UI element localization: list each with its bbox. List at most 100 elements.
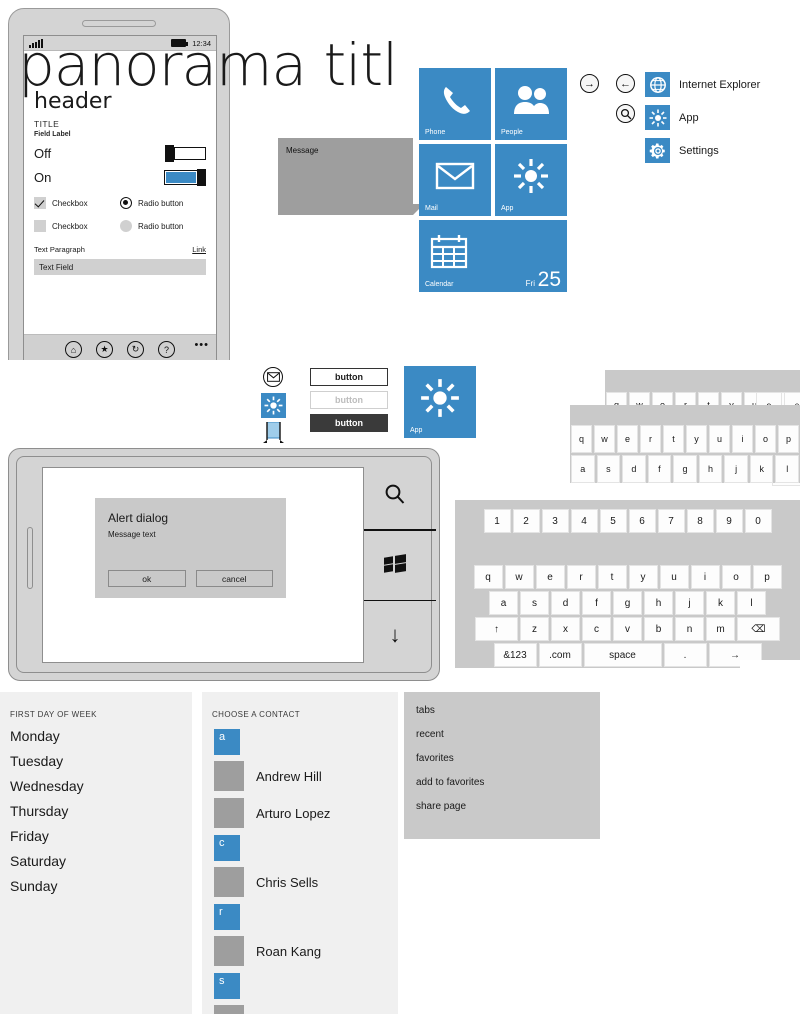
menu-item[interactable]: tabs (404, 692, 600, 716)
menu-item[interactable]: share page (404, 788, 600, 812)
key-h[interactable]: h (698, 455, 723, 483)
key-f[interactable]: f (582, 591, 611, 615)
key-a[interactable]: a (570, 455, 595, 483)
key-e[interactable]: e (617, 425, 638, 453)
key-s[interactable]: s (596, 455, 621, 483)
key-s[interactable]: s (520, 591, 549, 615)
key-9[interactable]: 9 (715, 509, 743, 533)
key-n[interactable]: n (675, 617, 704, 641)
contact-row[interactable]: Arturo Lopez (214, 798, 398, 828)
key-x[interactable]: x (551, 617, 580, 641)
key-3[interactable]: 3 (541, 509, 569, 533)
key-p[interactable]: p (778, 425, 799, 453)
keyboard-mid[interactable]: qwertyuiop asdfghjkl (570, 405, 800, 483)
key-period[interactable]: . (663, 643, 707, 667)
hyperlink[interactable]: Link (192, 245, 206, 254)
key-2[interactable]: 2 (512, 509, 540, 533)
tile-app[interactable]: App (495, 144, 567, 216)
contact-group-header[interactable]: s (214, 973, 240, 999)
key-t[interactable]: t (597, 565, 627, 589)
key-h[interactable]: h (644, 591, 673, 615)
key-backspace[interactable]: ⌫ (737, 617, 780, 641)
key-y[interactable]: y (686, 425, 707, 453)
app-list-item-app[interactable]: App (645, 105, 760, 130)
key-k[interactable]: k (749, 455, 774, 483)
key-o[interactable]: o (721, 565, 751, 589)
key-g[interactable]: g (673, 455, 697, 483)
tile-app-large-front[interactable]: App (404, 366, 476, 438)
radio-checked[interactable]: Radio button (120, 197, 206, 209)
day-of-week-item[interactable]: Friday (0, 819, 192, 844)
key-u[interactable]: u (659, 565, 689, 589)
checkbox-checked[interactable]: Checkbox (34, 197, 120, 209)
key-g[interactable]: g (613, 591, 642, 615)
text-field[interactable]: Text Field (34, 259, 206, 275)
contact-group-header[interactable]: r (214, 904, 240, 930)
button-normal-front[interactable]: button (310, 368, 388, 386)
appbar-more-icon[interactable]: ••• (194, 339, 209, 351)
tile-phone[interactable]: Phone (419, 68, 491, 140)
button-pressed-front[interactable]: button (310, 414, 388, 432)
key-8[interactable]: 8 (686, 509, 714, 533)
key-6[interactable]: 6 (628, 509, 656, 533)
day-of-week-item[interactable]: Wednesday (0, 769, 192, 794)
contact-group-header[interactable]: a (214, 729, 240, 755)
app-list-item-internet-explorer[interactable]: Internet Explorer (645, 72, 760, 97)
key-d[interactable]: d (622, 455, 646, 483)
key-space[interactable]: space (583, 643, 662, 667)
tile-people[interactable]: People (495, 68, 567, 140)
key-m[interactable]: m (706, 617, 735, 641)
key-i[interactable]: i (732, 425, 753, 453)
windows-start-key[interactable] (360, 529, 436, 599)
down-key[interactable]: ↓ (360, 599, 436, 670)
key-c[interactable]: c (582, 617, 611, 641)
key-symbols[interactable]: &123 (493, 643, 537, 667)
toggle-off-switch[interactable] (165, 145, 206, 162)
key-j[interactable]: j (724, 455, 748, 483)
key-e[interactable]: e (535, 565, 565, 589)
help-icon[interactable]: ? (158, 341, 175, 358)
key-1[interactable]: 1 (483, 509, 511, 533)
contact-row[interactable]: Stefan Ribling (214, 1005, 398, 1014)
mail-circle-icon-front[interactable] (263, 367, 283, 387)
key-y[interactable]: y (628, 565, 658, 589)
key-r[interactable]: r (566, 565, 596, 589)
app-list-item-settings[interactable]: Settings (645, 138, 760, 163)
day-of-week-item[interactable]: Sunday (0, 869, 192, 894)
cancel-button[interactable]: cancel (195, 570, 273, 587)
key-k[interactable]: k (706, 591, 735, 615)
checkbox-unchecked[interactable]: Checkbox (34, 220, 120, 232)
toggle-on-row[interactable]: On (34, 169, 206, 186)
toggle-off-row[interactable]: Off (34, 145, 206, 162)
day-of-week-item[interactable]: Monday (0, 719, 192, 744)
key-b[interactable]: b (644, 617, 673, 641)
key-u[interactable]: u (709, 425, 730, 453)
key-shift[interactable]: ↑ (475, 617, 518, 641)
key-a[interactable]: a (489, 591, 518, 615)
menu-item[interactable]: favorites (404, 740, 600, 764)
key-l[interactable]: l (775, 455, 800, 483)
key-p[interactable]: p (752, 565, 782, 589)
key-0[interactable]: 0 (744, 509, 772, 533)
key-r[interactable]: r (640, 425, 661, 453)
checkbox-box-unchecked[interactable] (34, 220, 46, 232)
contact-row[interactable]: Andrew Hill (214, 761, 398, 791)
key-d[interactable]: d (551, 591, 580, 615)
tile-mail[interactable]: Mail (419, 144, 491, 216)
search-circle-button[interactable] (616, 104, 635, 123)
key-z[interactable]: z (520, 617, 549, 641)
menu-item[interactable]: add to favorites (404, 764, 600, 788)
tile-calendar[interactable]: Calendar Fri 25 (419, 220, 567, 292)
contact-group-header[interactable]: c (214, 835, 240, 861)
search-key[interactable] (360, 459, 430, 529)
forward-circle-button[interactable]: → (580, 74, 599, 93)
contact-row[interactable]: Chris Sells (214, 867, 398, 897)
radio-box-unchecked[interactable] (120, 220, 132, 232)
toggle-on-switch[interactable] (164, 169, 206, 186)
key-f[interactable]: f (647, 455, 672, 483)
day-of-week-item[interactable]: Saturday (0, 844, 192, 869)
key-7[interactable]: 7 (657, 509, 685, 533)
day-of-week-item[interactable]: Tuesday (0, 744, 192, 769)
home-icon[interactable]: ⌂ (65, 341, 82, 358)
key-4[interactable]: 4 (570, 509, 598, 533)
